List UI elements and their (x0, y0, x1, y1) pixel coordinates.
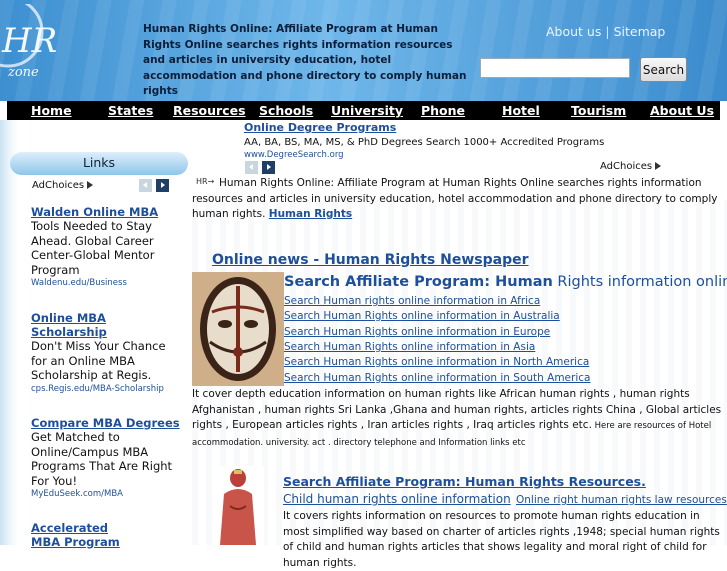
sidebar-ad: Compare MBA Degrees Get Matched to Onlin… (31, 416, 181, 501)
sidebar-ad-url[interactable]: Waldenu.edu/Business (31, 277, 181, 290)
sidebar-prev-arrow-icon[interactable] (139, 179, 152, 192)
affiliate-heading-2[interactable]: Search Affiliate Program: Human Rights R… (283, 474, 646, 489)
svg-text:HR: HR (1, 21, 57, 61)
search-input[interactable] (480, 58, 630, 78)
african-mask-image (192, 272, 284, 386)
nav-home[interactable]: Home (31, 101, 72, 120)
top-links-separator: | (605, 24, 610, 39)
law-resources-link[interactable]: Online right human rights law resources (516, 494, 727, 506)
top-ad-desc: AA, BA, BS, MA, MS, & PhD Degrees Search… (244, 137, 605, 148)
sidebar-ad-url[interactable]: cps.Regis.edu/MBA-Scholarship (31, 383, 181, 396)
search-button[interactable]: Search (640, 57, 687, 82)
sidebar-adchoices-label: AdChoices (32, 180, 85, 191)
site-tagline: Human Rights Online: Affiliate Program a… (143, 23, 467, 97)
sidebar-ad-title[interactable]: Compare MBA Degrees (31, 416, 181, 430)
site-logo[interactable]: HR zone (0, 4, 70, 82)
sitemap-link[interactable]: Sitemap (614, 24, 666, 39)
nav-university[interactable]: University (331, 101, 403, 120)
affiliate-heading-1-rest: Rights information online (552, 274, 727, 290)
sidebar-ad-title[interactable]: Walden Online MBA (31, 205, 181, 219)
sidebar-adchoices[interactable]: AdChoices (32, 180, 94, 191)
sidebar-ad: Walden Online MBA Tools Needed to Stay A… (31, 205, 181, 290)
links-heading: Links (10, 152, 188, 175)
sidebar-ad: Online MBA Scholarship Don't Miss Your C… (31, 311, 181, 396)
top-adchoices-label: AdChoices (600, 161, 653, 172)
sidebar-ad-desc: Tools Needed to Stay Ahead. Global Caree… (31, 219, 155, 277)
sidebar-next-arrow-icon[interactable] (156, 179, 169, 192)
site-header: HR zone Human Rights Online: Affiliate P… (0, 0, 727, 101)
top-ad-title[interactable]: Online Degree Programs (244, 121, 396, 134)
nav-states[interactable]: States (108, 101, 153, 120)
nav-tourism[interactable]: Tourism (571, 101, 626, 120)
body-text-2: It covers rights information on resource… (283, 510, 720, 569)
top-adchoices[interactable]: AdChoices (600, 161, 662, 172)
sidebar-ad-desc: Don't Miss Your Chance for an Online MBA… (31, 339, 166, 382)
about-us-link[interactable]: About us (546, 24, 601, 39)
nav-hotel[interactable]: Hotel (502, 101, 540, 120)
main-nav: Home States Resources Schools University… (7, 101, 720, 120)
adchoices-icon (87, 181, 94, 189)
region-link-south-america[interactable]: Search Human Rights online information i… (284, 372, 590, 384)
top-ad-prev-arrow-icon[interactable] (245, 161, 258, 174)
nav-about-us[interactable]: About Us (650, 101, 714, 120)
sidebar-ad-url[interactable]: MyEduSeek.com/MBA (31, 488, 181, 501)
svg-text:zone: zone (7, 65, 39, 80)
intro-text: Human Rights Online: Affiliate Program a… (192, 176, 722, 223)
nav-phone[interactable]: Phone (421, 101, 465, 120)
adchoices-icon (655, 162, 662, 170)
sidebar-ad-title[interactable]: Online MBA Scholarship (31, 311, 181, 339)
nav-schools[interactable]: Schools (259, 101, 313, 120)
top-ad-url[interactable]: www.DegreeSearch.org (244, 150, 344, 160)
region-link-africa[interactable]: Search Human rights online information i… (284, 295, 540, 307)
region-link-north-america[interactable]: Search Human Rights online information i… (284, 356, 589, 368)
sidebar-ad-desc: Get Matched to Online/Campus MBA Program… (31, 430, 173, 488)
region-link-asia[interactable]: Search Human Rights online information i… (284, 341, 535, 353)
online-news-heading[interactable]: Online news - Human Rights Newspaper (212, 252, 528, 268)
nav-resources[interactable]: Resources (173, 101, 246, 120)
body-text-1: It cover depth education information on … (192, 387, 722, 451)
intro-human-rights-link[interactable]: Human Rights (269, 208, 352, 220)
statue-image (212, 466, 264, 545)
top-links: About us | Sitemap (546, 24, 665, 39)
affiliate-heading-1[interactable]: Search Affiliate Program: Human Rights i… (284, 274, 727, 290)
region-link-australia[interactable]: Search Human Rights online information i… (284, 310, 560, 322)
region-link-europe[interactable]: Search Human Rights online information i… (284, 326, 550, 338)
affiliate-heading-1-bold: Search Affiliate Program: Human (284, 274, 553, 290)
top-ad-next-arrow-icon[interactable] (262, 161, 275, 174)
child-rights-link[interactable]: Child human rights online information (283, 492, 511, 506)
